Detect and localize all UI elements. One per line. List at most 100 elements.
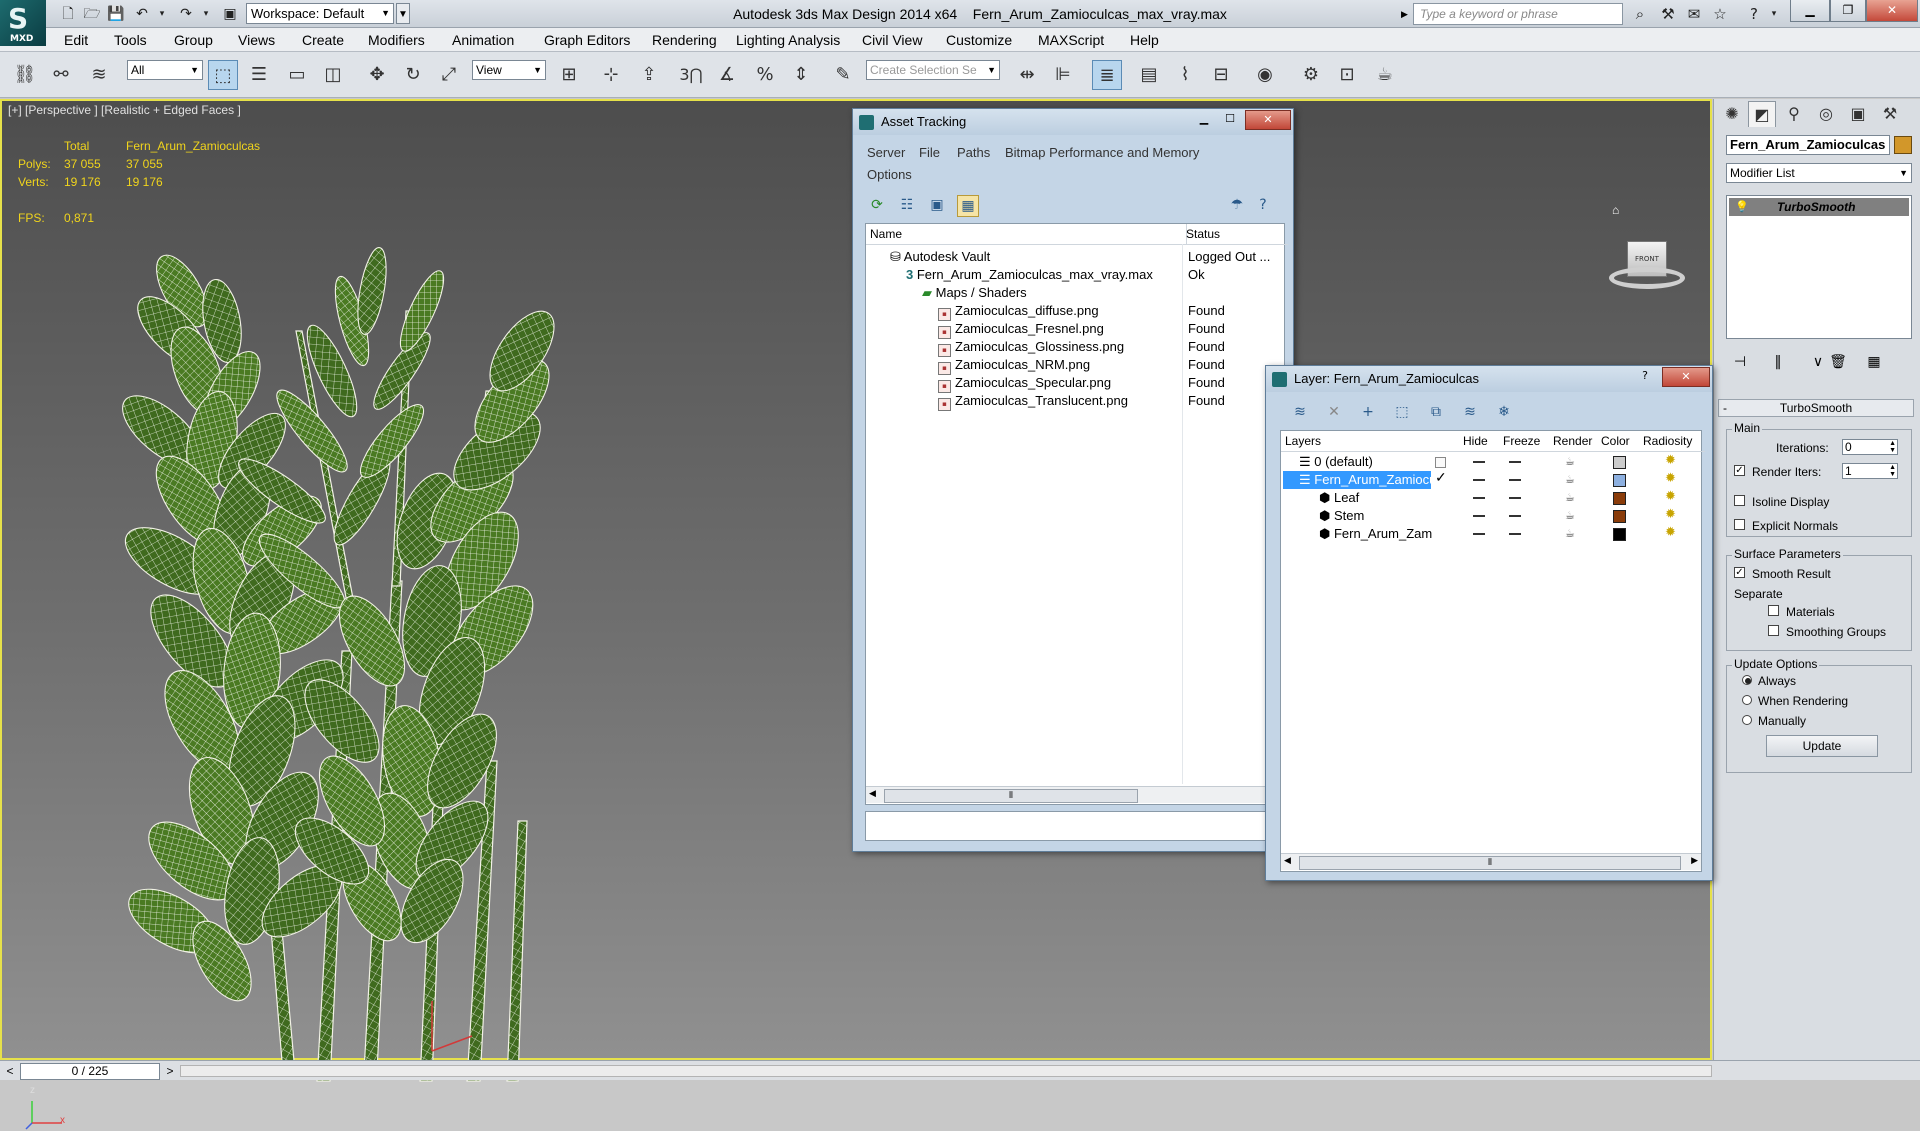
- save-file-icon[interactable]: 💾: [106, 4, 126, 24]
- layer-color-swatch[interactable]: [1613, 456, 1626, 469]
- menu-bitmap-performance[interactable]: Bitmap Performance and Memory: [1005, 145, 1199, 160]
- application-menu-button[interactable]: S MXD: [0, 0, 46, 46]
- turbosmooth-rollout-header[interactable]: - TurboSmooth: [1718, 399, 1914, 417]
- scroll-left-icon[interactable]: ◀: [869, 788, 876, 799]
- hide-toggle[interactable]: [1473, 479, 1485, 481]
- viewport-label[interactable]: [+] [Perspective ] [Realistic + Edged Fa…: [8, 103, 241, 117]
- current-layer-toggle[interactable]: [1435, 457, 1446, 468]
- close-button[interactable]: ✕: [1866, 0, 1918, 22]
- when-rendering-radio[interactable]: [1742, 695, 1752, 705]
- render-teapot-icon[interactable]: ☕: [1565, 473, 1575, 486]
- search-expand-icon[interactable]: ▶: [1401, 3, 1413, 25]
- close-button[interactable]: ✕: [1662, 367, 1710, 387]
- modifier-list-dropdown[interactable]: Modifier List ▼: [1726, 163, 1912, 183]
- menu-views[interactable]: Views: [238, 28, 275, 52]
- asset-help-icon[interactable]: ☂: [1227, 195, 1247, 215]
- refresh-icon[interactable]: ⟳: [867, 195, 887, 215]
- menu-file[interactable]: File: [919, 145, 940, 160]
- radiosity-icon[interactable]: ✹: [1665, 489, 1676, 504]
- graphite-ribbon-icon[interactable]: ▤: [1134, 60, 1164, 90]
- open-file-icon[interactable]: 🗁: [82, 4, 102, 24]
- modifier-stack-item-turbosmooth[interactable]: 💡 TurboSmooth: [1729, 198, 1909, 216]
- asset-info-icon[interactable]: ?: [1253, 195, 1273, 215]
- align-icon[interactable]: ⊫: [1048, 60, 1078, 90]
- menu-group[interactable]: Group: [174, 28, 213, 52]
- pivot-center-icon[interactable]: ⊞: [554, 60, 584, 90]
- home-icon[interactable]: ⌂: [1612, 203, 1619, 217]
- list-view-icon[interactable]: ☷: [897, 195, 917, 215]
- maximize-button[interactable]: ☐: [1217, 110, 1243, 128]
- asset-row-max-file[interactable]: 3 Fern_Arum_Zamioculcas_max_vray.max: [906, 266, 1153, 284]
- layer-row-default[interactable]: ☰ 0 (default): [1299, 453, 1373, 471]
- layer-color-swatch[interactable]: [1613, 528, 1626, 541]
- current-layer-checkmark-icon[interactable]: ✓: [1435, 469, 1447, 486]
- schematic-view-icon[interactable]: ⊟: [1206, 60, 1236, 90]
- layer-horizontal-scrollbar[interactable]: ◀ ⦀ ▶: [1281, 853, 1701, 870]
- asset-row-map[interactable]: ▪ Zamioculcas_Translucent.png: [938, 392, 1128, 411]
- manually-radio[interactable]: [1742, 715, 1752, 725]
- rectangular-selection-icon[interactable]: ▭: [282, 60, 312, 90]
- menu-lighting-analysis[interactable]: Lighting Analysis: [736, 28, 840, 52]
- render-teapot-icon[interactable]: ☕: [1565, 455, 1575, 468]
- undo-dropdown-icon[interactable]: ▾: [152, 4, 172, 24]
- unlink-icon[interactable]: ⚯: [46, 60, 76, 90]
- workspace-dropdown[interactable]: Workspace: Default ▼: [246, 3, 394, 24]
- iterations-spinner[interactable]: 0 ▲ ▼: [1842, 439, 1898, 455]
- scroll-thumb[interactable]: ⦀: [884, 789, 1138, 803]
- menu-tools[interactable]: Tools: [114, 28, 147, 52]
- binoculars-icon[interactable]: ⌕: [1628, 3, 1652, 25]
- materials-checkbox[interactable]: [1768, 605, 1779, 616]
- render-teapot-icon[interactable]: ☕: [1565, 491, 1575, 504]
- selection-filter-dropdown[interactable]: All ▼: [127, 60, 203, 80]
- radiosity-icon[interactable]: ✹: [1665, 507, 1676, 522]
- redo-dropdown-icon[interactable]: ▾: [196, 4, 216, 24]
- column-layers[interactable]: Layers: [1281, 431, 1463, 452]
- help-dropdown-icon[interactable]: ▾: [1762, 3, 1786, 25]
- layer-row-leaf[interactable]: ⬢ Leaf: [1319, 489, 1359, 507]
- named-selection-set-dropdown[interactable]: Create Selection Se ▼: [866, 60, 1000, 80]
- menu-rendering[interactable]: Rendering: [652, 28, 717, 52]
- render-production-icon[interactable]: ☕: [1370, 60, 1400, 90]
- scroll-thumb[interactable]: ⦀: [1299, 856, 1681, 870]
- object-color-swatch[interactable]: [1894, 136, 1912, 154]
- help-button[interactable]: ?: [1630, 367, 1660, 385]
- asset-row-map[interactable]: ▪ Zamioculcas_NRM.png: [938, 356, 1090, 375]
- undo-icon[interactable]: ↶: [132, 4, 152, 24]
- curve-editor-icon[interactable]: ⌇: [1170, 60, 1200, 90]
- asset-row-maps-shaders[interactable]: ▰ Maps / Shaders: [922, 284, 1027, 302]
- minimize-button[interactable]: ▁: [1790, 0, 1830, 22]
- menu-animation[interactable]: Animation: [452, 28, 514, 52]
- remove-modifier-icon[interactable]: 🗑: [1826, 351, 1850, 373]
- hide-unhide-all-icon[interactable]: ≋: [1460, 402, 1480, 422]
- edit-named-selection-icon[interactable]: ✎: [828, 60, 858, 90]
- add-to-layer-icon[interactable]: +: [1358, 402, 1378, 422]
- hide-toggle[interactable]: [1473, 461, 1485, 463]
- object-name-input[interactable]: Fern_Arum_Zamioculcas: [1726, 135, 1890, 155]
- utilities-tab-icon[interactable]: ⚒: [1876, 101, 1904, 127]
- layer-manager-icon[interactable]: ≣: [1092, 60, 1122, 90]
- close-button[interactable]: ✕: [1245, 110, 1291, 130]
- highlight-selected-icon[interactable]: ⧉: [1426, 402, 1446, 422]
- layer-row-fern-arum-object[interactable]: ⬢ Fern_Arum_Zam: [1319, 525, 1432, 543]
- menu-options[interactable]: Options: [867, 167, 912, 182]
- column-color[interactable]: Color: [1597, 431, 1643, 452]
- isoline-display-checkbox[interactable]: [1734, 495, 1745, 506]
- asset-row-map[interactable]: ▪ Zamioculcas_Specular.png: [938, 374, 1111, 393]
- radiosity-icon[interactable]: ✹: [1665, 471, 1676, 486]
- menu-graph-editors[interactable]: Graph Editors: [544, 28, 630, 52]
- select-and-link-icon[interactable]: ⛓: [10, 60, 40, 90]
- select-object-icon[interactable]: ⬚: [208, 60, 238, 90]
- render-setup-icon[interactable]: ⚙: [1296, 60, 1326, 90]
- percent-snap-icon[interactable]: %: [750, 60, 780, 90]
- menu-help[interactable]: Help: [1130, 28, 1159, 52]
- freeze-toggle[interactable]: [1509, 533, 1521, 535]
- material-editor-icon[interactable]: ◉: [1250, 60, 1280, 90]
- redo-icon[interactable]: ↷: [176, 4, 196, 24]
- freeze-toggle[interactable]: [1509, 515, 1521, 517]
- spinner-snap-icon[interactable]: ⇕: [786, 60, 816, 90]
- update-button[interactable]: Update: [1766, 735, 1878, 757]
- fern-arum-zamioculcas-model[interactable]: [102, 201, 662, 1101]
- select-by-name-icon[interactable]: ☰: [244, 60, 274, 90]
- menu-civil-view[interactable]: Civil View: [862, 28, 922, 52]
- freeze-toggle[interactable]: [1509, 497, 1521, 499]
